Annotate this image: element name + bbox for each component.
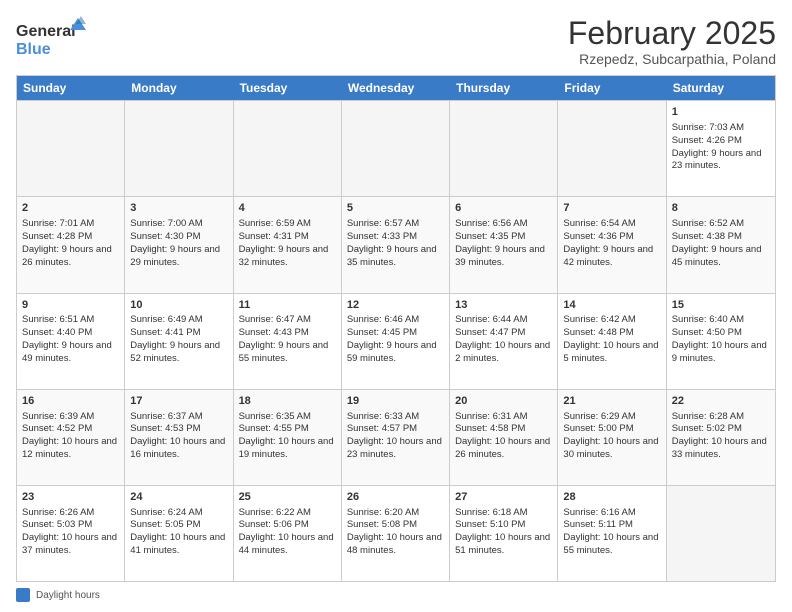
cal-header-cell-thursday: Thursday	[450, 76, 558, 100]
day-number: 14	[563, 298, 660, 313]
cal-cell: 13Sunrise: 6:44 AMSunset: 4:47 PMDayligh…	[450, 294, 558, 389]
cal-cell: 14Sunrise: 6:42 AMSunset: 4:48 PMDayligh…	[558, 294, 666, 389]
cal-cell: 4Sunrise: 6:59 AMSunset: 4:31 PMDaylight…	[234, 197, 342, 292]
cal-cell: 22Sunrise: 6:28 AMSunset: 5:02 PMDayligh…	[667, 390, 775, 485]
svg-text:General: General	[16, 23, 76, 40]
cal-cell: 11Sunrise: 6:47 AMSunset: 4:43 PMDayligh…	[234, 294, 342, 389]
day-number: 5	[347, 201, 444, 216]
cal-cell: 15Sunrise: 6:40 AMSunset: 4:50 PMDayligh…	[667, 294, 775, 389]
day-number: 18	[239, 394, 336, 409]
day-number: 26	[347, 490, 444, 505]
day-number: 11	[239, 298, 336, 313]
legend-color-box	[16, 588, 30, 602]
cal-cell	[342, 101, 450, 196]
cal-cell: 28Sunrise: 6:16 AMSunset: 5:11 PMDayligh…	[558, 486, 666, 581]
cal-cell: 9Sunrise: 6:51 AMSunset: 4:40 PMDaylight…	[17, 294, 125, 389]
day-number: 12	[347, 298, 444, 313]
cal-cell: 27Sunrise: 6:18 AMSunset: 5:10 PMDayligh…	[450, 486, 558, 581]
day-number: 7	[563, 201, 660, 216]
cal-cell: 12Sunrise: 6:46 AMSunset: 4:45 PMDayligh…	[342, 294, 450, 389]
cal-header-cell-sunday: Sunday	[17, 76, 125, 100]
svg-text:Blue: Blue	[16, 41, 51, 58]
day-number: 16	[22, 394, 119, 409]
cal-cell: 6Sunrise: 6:56 AMSunset: 4:35 PMDaylight…	[450, 197, 558, 292]
cal-header-cell-monday: Monday	[125, 76, 233, 100]
cal-cell: 7Sunrise: 6:54 AMSunset: 4:36 PMDaylight…	[558, 197, 666, 292]
cal-cell: 2Sunrise: 7:01 AMSunset: 4:28 PMDaylight…	[17, 197, 125, 292]
header: General Blue February 2025 Rzepedz, Subc…	[16, 16, 776, 67]
cal-row-4: 23Sunrise: 6:26 AMSunset: 5:03 PMDayligh…	[17, 485, 775, 581]
cal-cell: 17Sunrise: 6:37 AMSunset: 4:53 PMDayligh…	[125, 390, 233, 485]
title-area: February 2025 Rzepedz, Subcarpathia, Pol…	[568, 16, 776, 67]
day-number: 3	[130, 201, 227, 216]
cal-cell: 25Sunrise: 6:22 AMSunset: 5:06 PMDayligh…	[234, 486, 342, 581]
day-number: 19	[347, 394, 444, 409]
cal-cell: 3Sunrise: 7:00 AMSunset: 4:30 PMDaylight…	[125, 197, 233, 292]
logo-svg: General Blue	[16, 16, 86, 60]
cal-header-cell-tuesday: Tuesday	[234, 76, 342, 100]
cal-header-cell-saturday: Saturday	[667, 76, 775, 100]
day-number: 10	[130, 298, 227, 313]
legend-label: Daylight hours	[36, 590, 100, 601]
day-number: 20	[455, 394, 552, 409]
cal-cell	[558, 101, 666, 196]
cal-cell: 24Sunrise: 6:24 AMSunset: 5:05 PMDayligh…	[125, 486, 233, 581]
cal-cell: 18Sunrise: 6:35 AMSunset: 4:55 PMDayligh…	[234, 390, 342, 485]
day-number: 15	[672, 298, 770, 313]
cal-row-0: 1Sunrise: 7:03 AMSunset: 4:26 PMDaylight…	[17, 100, 775, 196]
cal-cell	[17, 101, 125, 196]
day-number: 17	[130, 394, 227, 409]
cal-header-cell-wednesday: Wednesday	[342, 76, 450, 100]
calendar-header: SundayMondayTuesdayWednesdayThursdayFrid…	[17, 76, 775, 100]
cal-cell: 26Sunrise: 6:20 AMSunset: 5:08 PMDayligh…	[342, 486, 450, 581]
day-number: 2	[22, 201, 119, 216]
cal-row-1: 2Sunrise: 7:01 AMSunset: 4:28 PMDaylight…	[17, 196, 775, 292]
day-number: 25	[239, 490, 336, 505]
day-number: 27	[455, 490, 552, 505]
logo: General Blue	[16, 16, 86, 60]
cal-cell: 1Sunrise: 7:03 AMSunset: 4:26 PMDaylight…	[667, 101, 775, 196]
cal-cell: 8Sunrise: 6:52 AMSunset: 4:38 PMDaylight…	[667, 197, 775, 292]
cal-cell: 5Sunrise: 6:57 AMSunset: 4:33 PMDaylight…	[342, 197, 450, 292]
day-number: 22	[672, 394, 770, 409]
calendar: SundayMondayTuesdayWednesdayThursdayFrid…	[16, 75, 776, 582]
cal-cell	[450, 101, 558, 196]
calendar-body: 1Sunrise: 7:03 AMSunset: 4:26 PMDaylight…	[17, 100, 775, 581]
cal-cell: 16Sunrise: 6:39 AMSunset: 4:52 PMDayligh…	[17, 390, 125, 485]
day-number: 21	[563, 394, 660, 409]
cal-cell: 19Sunrise: 6:33 AMSunset: 4:57 PMDayligh…	[342, 390, 450, 485]
day-number: 23	[22, 490, 119, 505]
cal-cell: 10Sunrise: 6:49 AMSunset: 4:41 PMDayligh…	[125, 294, 233, 389]
location-subtitle: Rzepedz, Subcarpathia, Poland	[568, 51, 776, 67]
day-number: 24	[130, 490, 227, 505]
legend: Daylight hours	[16, 588, 776, 602]
cal-cell	[667, 486, 775, 581]
cal-header-cell-friday: Friday	[558, 76, 666, 100]
day-number: 6	[455, 201, 552, 216]
cal-cell: 20Sunrise: 6:31 AMSunset: 4:58 PMDayligh…	[450, 390, 558, 485]
day-number: 13	[455, 298, 552, 313]
day-number: 9	[22, 298, 119, 313]
cal-cell	[234, 101, 342, 196]
month-title: February 2025	[568, 16, 776, 51]
day-number: 1	[672, 105, 770, 120]
cal-row-3: 16Sunrise: 6:39 AMSunset: 4:52 PMDayligh…	[17, 389, 775, 485]
page: General Blue February 2025 Rzepedz, Subc…	[0, 0, 792, 612]
day-number: 28	[563, 490, 660, 505]
day-number: 4	[239, 201, 336, 216]
cal-cell: 21Sunrise: 6:29 AMSunset: 5:00 PMDayligh…	[558, 390, 666, 485]
cal-cell	[125, 101, 233, 196]
cal-row-2: 9Sunrise: 6:51 AMSunset: 4:40 PMDaylight…	[17, 293, 775, 389]
cal-cell: 23Sunrise: 6:26 AMSunset: 5:03 PMDayligh…	[17, 486, 125, 581]
day-number: 8	[672, 201, 770, 216]
